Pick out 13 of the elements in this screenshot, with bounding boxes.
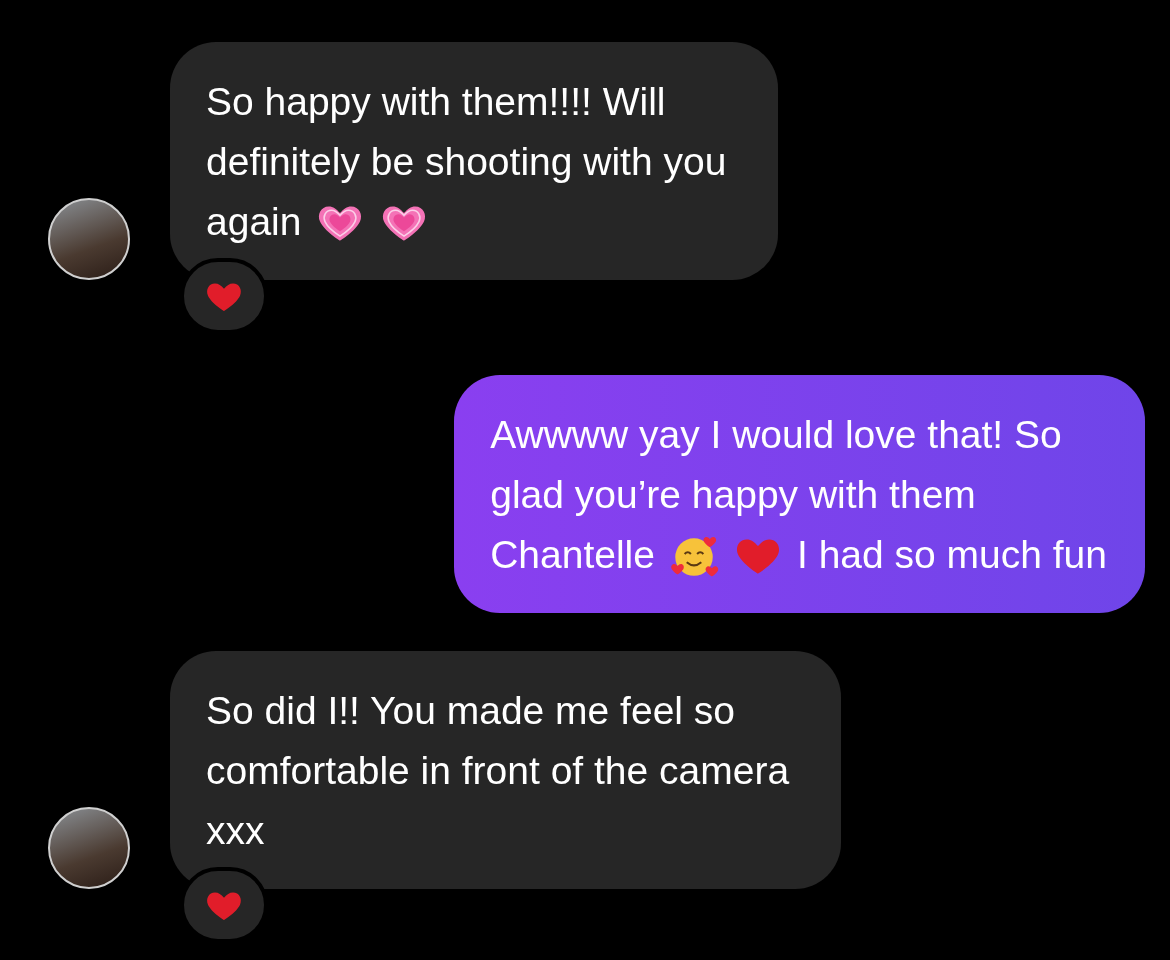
message-text: comfortable in front of the camera xyxy=(206,748,790,794)
message-text: I had so much fun xyxy=(796,532,1107,578)
received-message-bubble[interactable]: So happy with them!!!! Will definitely be shooting with you again xyxy=(170,42,779,280)
message-text: Awwww yay I would love that! So xyxy=(490,412,1062,458)
message-text: again xyxy=(206,199,302,245)
sent-message-bubble[interactable]: Awwww yay I would love that! So glad you’re happy with them Chantelle I had so much fun xyxy=(454,375,1145,613)
message-text: glad you’re happy with them xyxy=(490,472,976,518)
received-message-bubble[interactable]: So did I!! You made me feel so comfortable in front of the camera xxx xyxy=(170,651,842,889)
message-text: Chantelle xyxy=(490,532,655,578)
message-text: definitely be shooting with you xyxy=(206,139,727,185)
message-text: xxx xyxy=(206,808,265,854)
message-text: So happy with them!!!! Will xyxy=(206,79,666,125)
message-text: So did I!! You made me feel so xyxy=(206,688,735,734)
